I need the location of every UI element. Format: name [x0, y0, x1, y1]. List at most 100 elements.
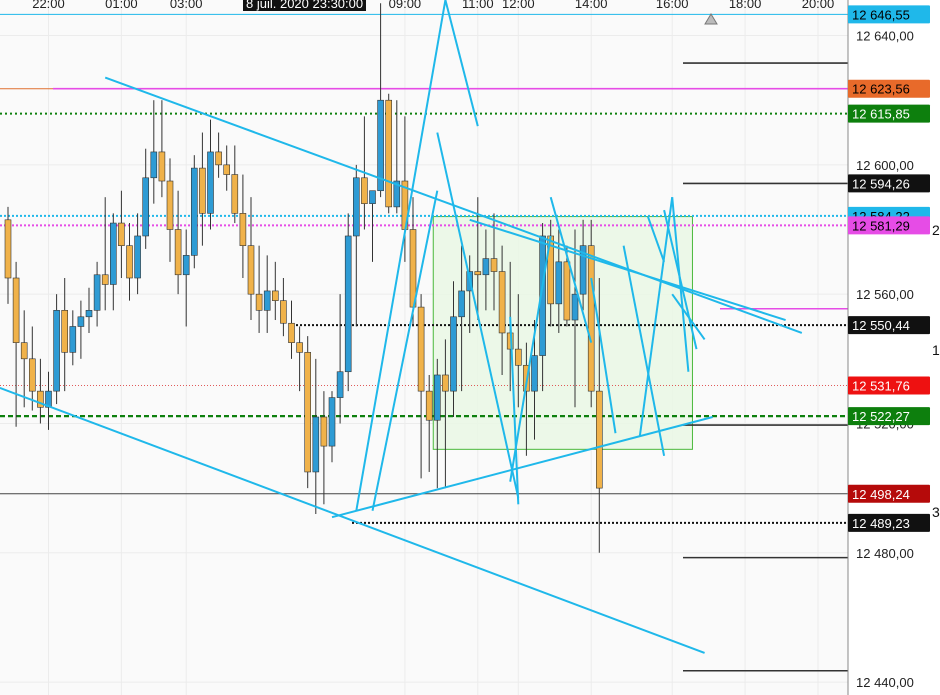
candle-body-36	[296, 342, 303, 353]
candle-body-1	[12, 277, 20, 343]
candle-body-44	[361, 177, 368, 204]
edge-digit-3: 3	[932, 504, 940, 520]
candle-body-7	[61, 310, 69, 353]
candle-body-14	[118, 222, 125, 246]
candle-body-69	[563, 261, 571, 321]
candle-body-35	[288, 322, 295, 343]
candle-body-26	[215, 151, 222, 166]
candle-body-59	[482, 258, 490, 276]
candle-body-63	[514, 348, 522, 366]
price-tag-label: 12 646,55	[852, 7, 910, 22]
candle-body-0	[4, 219, 12, 279]
x-tick-label: 20:00	[802, 0, 835, 11]
price-tag: 12 615,85	[848, 104, 930, 123]
candle-body-31	[255, 293, 263, 311]
price-tag-label: 12 623,56	[852, 82, 910, 97]
candle-body-43	[352, 177, 360, 237]
candle-body-38	[312, 416, 320, 473]
x-tick-label: 03:00	[170, 0, 203, 11]
price-tag-label: 12 522,27	[852, 409, 910, 424]
candle-body-25	[207, 151, 214, 214]
price-tag: 12 623,56	[848, 79, 930, 98]
candle-body-47	[385, 99, 393, 208]
candle-body-53	[433, 374, 441, 421]
candle-body-23	[191, 167, 198, 256]
candle-body-19	[158, 151, 166, 182]
candle-body-51	[417, 306, 425, 392]
candle-body-65	[531, 355, 538, 392]
candle-body-52	[425, 390, 433, 421]
x-tick-label: 12:00	[502, 0, 535, 11]
price-tag: 12 594,26	[848, 174, 930, 193]
candle-body-34	[280, 300, 287, 324]
candle-body-40	[328, 397, 336, 447]
candle-body-22	[182, 255, 190, 276]
candle-body-58	[474, 271, 482, 276]
candle-body-55	[450, 316, 457, 392]
candle-body-15	[126, 245, 133, 279]
candle-body-24	[199, 167, 206, 214]
candle-body-60	[490, 258, 498, 272]
candle-body-18	[150, 151, 158, 179]
price-tag-label: 12 550,44	[852, 318, 910, 333]
candle-body-30	[247, 245, 255, 295]
x-tick-label: 14:00	[575, 0, 608, 11]
price-tag-label: 12 489,23	[852, 516, 910, 531]
price-tag-label: 12 594,26	[852, 176, 910, 191]
price-tag: 12 581,29	[848, 216, 930, 235]
candle-body-21	[174, 229, 182, 276]
edge-digit-2: 1	[932, 342, 940, 358]
candle-body-61	[498, 271, 506, 334]
price-tag-label: 12 531,76	[852, 378, 910, 393]
candle-body-6	[53, 310, 60, 392]
x-tick-label: 01:00	[105, 0, 138, 11]
y-tick-label: 12 640,00	[856, 29, 914, 44]
axis-background	[848, 0, 933, 695]
x-tick-label: 16:00	[656, 0, 689, 11]
candle-body-33	[271, 290, 279, 301]
candle-body-45	[369, 190, 376, 204]
candle-body-39	[320, 416, 328, 447]
candle-body-27	[223, 164, 230, 175]
candle-body-9	[77, 316, 85, 327]
candle-body-16	[134, 235, 141, 279]
y-tick-label: 12 440,00	[856, 675, 914, 690]
x-tick-label: 18:00	[729, 0, 762, 11]
candle-body-8	[69, 326, 77, 353]
price-tag-label: 12 581,29	[852, 218, 910, 233]
candle-body-11	[93, 274, 101, 311]
candle-body-41	[336, 371, 344, 398]
price-tag: 12 646,55	[848, 5, 930, 24]
candle-body-73	[595, 390, 603, 489]
price-tag: 12 531,76	[848, 376, 930, 395]
candle-body-20	[166, 180, 174, 230]
crosshair-date-label: 8 juil. 2020 23:30:00	[243, 0, 367, 11]
candle-body-54	[442, 374, 449, 392]
price-chart[interactable]: 12 640,0012 600,0012 560,0012 520,0012 4…	[0, 0, 940, 695]
price-tag: 12 550,44	[848, 316, 930, 335]
price-tag: 12 522,27	[848, 407, 930, 426]
candle-body-37	[304, 352, 312, 473]
candle-body-2	[20, 342, 28, 360]
y-tick-label: 12 560,00	[856, 287, 914, 302]
price-tag-label: 12 498,24	[852, 487, 910, 502]
candle-body-13	[110, 222, 117, 285]
edge-digit-1: 2	[932, 222, 940, 238]
x-tick-label: 09:00	[389, 0, 422, 11]
x-tick-label: 22:00	[32, 0, 65, 11]
y-tick-label: 12 600,00	[856, 158, 914, 173]
candle-body-28	[231, 174, 239, 214]
price-tag: 12 489,23	[848, 513, 930, 532]
candle-body-32	[263, 290, 271, 311]
candle-body-17	[142, 177, 149, 237]
price-tag: 12 498,24	[848, 484, 930, 503]
candle-body-42	[344, 235, 352, 373]
candle-body-72	[587, 245, 595, 392]
candle-body-70	[571, 293, 579, 321]
candle-body-3	[28, 358, 36, 392]
candle-body-10	[85, 310, 93, 318]
x-tick-label: 11:00	[462, 0, 494, 11]
y-tick-label: 12 480,00	[856, 546, 914, 561]
candle-body-12	[101, 274, 109, 285]
price-tag-label: 12 615,85	[852, 107, 910, 122]
